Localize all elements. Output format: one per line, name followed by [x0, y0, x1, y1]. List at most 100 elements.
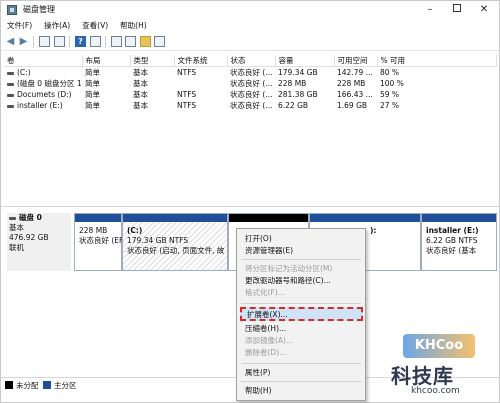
maximize-button[interactable] [444, 1, 470, 19]
table-row[interactable]: installer (E:) 简单 基本 NTFS 状态良好 (... 6.22… [4, 100, 496, 111]
capacity-cell: 6.22 GB [278, 101, 309, 110]
toolbar: ◀ ▶ ? [1, 33, 499, 51]
free-space-cell: 228 MB [337, 79, 366, 88]
percent-free-cell: 80 % [380, 68, 400, 77]
disk-management-icon [7, 5, 17, 15]
menu-item-change-drive-letter[interactable]: 更改驱动器号和路径(C)... [245, 275, 331, 286]
console-tree-icon[interactable] [39, 36, 50, 47]
filesystem-cell: NTFS [177, 68, 197, 77]
volume-cell: installer (E:) [4, 100, 82, 111]
status-cell: 状态良好 (... [230, 79, 273, 88]
check-icon[interactable] [125, 36, 136, 47]
window-title: 磁盘管理 [23, 5, 55, 14]
watermark-badge: KHCoo [403, 334, 475, 358]
column-header-volume[interactable]: 卷 [4, 55, 83, 67]
volume-table: 卷 布局 类型 文件系统 状态 容量 可用空间 % 可用 (C:) 简单 基本 … [4, 55, 497, 111]
percent-free-cell: 59 % [380, 90, 400, 99]
volume-name: (C:) [17, 68, 31, 77]
partition-label: installer (E:) [426, 226, 479, 235]
table-row[interactable]: (C:) 简单 基本 NTFS 状态良好 (... 179.34 GB 142.… [4, 67, 496, 79]
partition-bar [75, 214, 121, 222]
filesystem-cell: NTFS [177, 90, 197, 99]
capacity-cell: 281.38 GB [278, 90, 318, 99]
menu-item-properties[interactable]: 属性(P) [245, 367, 270, 378]
volume-name: Documets (D:) [17, 90, 72, 99]
menu-item-format[interactable]: 格式化(F)... [245, 287, 285, 298]
partition-text: (C:) 179.34 GB NTFS 状态良好 (启动, 页面文件, 故 [127, 226, 224, 256]
column-header-free-space[interactable]: 可用空间 [334, 55, 378, 67]
close-button[interactable]: ✕ [471, 1, 497, 19]
context-menu: 打开(O) 资源管理器(E) 将分区标记为活动分区(M) 更改驱动器号和路径(C… [236, 228, 366, 401]
partition-c[interactable]: (C:) 179.34 GB NTFS 状态良好 (启动, 页面文件, 故 [122, 213, 228, 271]
menu-item-explorer[interactable]: 资源管理器(E) [245, 245, 293, 256]
edit-icon[interactable] [111, 36, 122, 47]
partition-e[interactable]: installer (E:) 6.22 GB NTFS 状态良好 (基本 [421, 213, 497, 271]
menu-help[interactable]: 帮助(H) [114, 19, 153, 33]
column-header-filesystem[interactable]: 文件系统 [174, 55, 228, 67]
properties-icon[interactable] [90, 36, 101, 47]
help-icon[interactable]: ? [75, 36, 86, 47]
volume-name: installer (E:) [17, 101, 63, 110]
menu-view[interactable]: 查看(V) [76, 19, 114, 33]
partition-bar [229, 214, 308, 222]
partition-text: 228 MB 状态良好 (EFI [79, 226, 126, 246]
primary-partition-swatch [43, 381, 51, 389]
partition-label: ): [370, 226, 377, 235]
minimize-button[interactable]: – [417, 1, 443, 19]
status-cell: 状态良好 (... [230, 68, 273, 77]
partition-bar [310, 214, 420, 222]
volume-cell: (磁盘 0 磁盘分区 1) [4, 78, 82, 89]
menu-item-mark-active[interactable]: 将分区标记为活动分区(M) [245, 263, 332, 274]
layout-cell: 简单 [85, 90, 100, 99]
disk-status: 联机 [9, 243, 24, 252]
menu-separator [241, 259, 361, 260]
partition-text: installer (E:) 6.22 GB NTFS 状态良好 (基本 [426, 226, 479, 256]
watermark-logo: KHCoo 科技库 khcoo.com [381, 326, 496, 401]
back-arrow-icon[interactable]: ◀ [5, 36, 16, 47]
layout-cell: 简单 [85, 68, 100, 77]
menu-item-help[interactable]: 帮助(H) [245, 385, 272, 396]
list-view-icon[interactable] [54, 36, 65, 47]
partition-text: ): [370, 226, 376, 236]
column-header-status[interactable]: 状态 [227, 55, 276, 67]
column-header-type[interactable]: 类型 [130, 55, 175, 67]
legend-unallocated: 未分配 [16, 381, 39, 390]
partition-efi[interactable]: 228 MB 状态良好 (EFI [74, 213, 126, 271]
menu-item-extend-volume[interactable]: 扩展卷(X)... [247, 309, 288, 320]
watermark-url: khcoo.com [411, 386, 460, 396]
table-row[interactable]: Documets (D:) 简单 基本 NTFS 状态良好 (... 281.3… [4, 89, 496, 100]
free-space-cell: 166.43 ... [337, 90, 373, 99]
menu-item-shrink-volume[interactable]: 压缩卷(H)... [245, 323, 286, 334]
percent-free-cell: 100 % [380, 79, 404, 88]
layout-cell: 简单 [85, 101, 100, 110]
menu-bar: 文件(F) 操作(A) 查看(V) 帮助(H) [1, 19, 499, 33]
free-space-cell: 1.69 GB [337, 101, 368, 110]
menu-action[interactable]: 操作(A) [38, 19, 76, 33]
view-icon[interactable] [154, 36, 165, 47]
table-row[interactable]: (磁盘 0 磁盘分区 1) 简单 基本 状态良好 (... 228 MB 228… [4, 78, 496, 89]
disk-management-window: 磁盘管理 – ✕ 文件(F) 操作(A) 查看(V) 帮助(H) ◀ ▶ ? 卷 [0, 0, 500, 403]
column-header-capacity[interactable]: 容量 [275, 55, 335, 67]
status-cell: 状态良好 (... [230, 90, 273, 99]
drive-icon [7, 82, 14, 86]
filesystem-cell: NTFS [177, 101, 197, 110]
column-header-percent-free[interactable]: % 可用 [377, 55, 497, 67]
layout-cell: 简单 [85, 79, 100, 88]
toolbar-separator [105, 36, 106, 48]
partition-label: (C:) [127, 226, 143, 235]
filesystem-cell [174, 78, 227, 89]
capacity-cell: 179.34 GB [278, 68, 318, 77]
menu-item-add-mirror[interactable]: 添加镜像(A)... [245, 335, 293, 346]
disk-0-label[interactable]: 磁盘 0 基本 476.92 GB 联机 [7, 213, 71, 271]
partition-size: 228 MB [79, 226, 108, 235]
folder-icon[interactable] [140, 36, 151, 47]
menu-item-delete-volume[interactable]: 删除卷(D)... [245, 347, 286, 358]
forward-arrow-icon[interactable]: ▶ [18, 36, 29, 47]
menu-file[interactable]: 文件(F) [1, 19, 38, 33]
column-header-layout[interactable]: 布局 [82, 55, 131, 67]
disk-type: 基本 [9, 223, 24, 232]
percent-free-cell: 27 % [380, 101, 400, 110]
partition-size: 6.22 GB NTFS [426, 236, 478, 245]
menu-item-open[interactable]: 打开(O) [245, 233, 272, 244]
disk-name: 磁盘 0 [7, 213, 71, 223]
